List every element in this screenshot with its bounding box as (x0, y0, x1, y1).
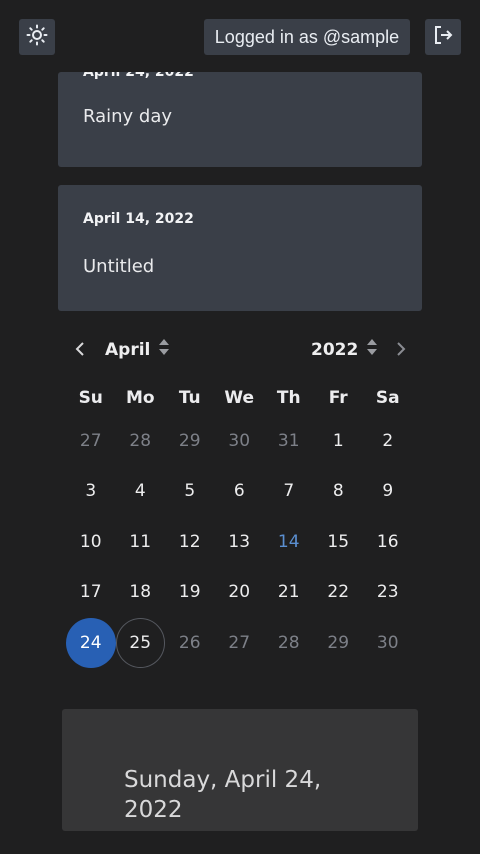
entry-card[interactable]: April 14, 2022 Untitled (58, 185, 422, 311)
weekday-label: Sa (375, 388, 400, 408)
next-month-button[interactable] (391, 340, 411, 360)
user-label: Logged in as @sample (214, 26, 400, 47)
calendar-day[interactable]: 29 (314, 618, 364, 668)
calendar-week: 17 18 19 20 21 22 23 (66, 567, 414, 617)
weekday-label: Su (78, 388, 103, 408)
calendar-day[interactable]: 17 (66, 567, 116, 617)
weekday-header: Su Mo Tu We Th Fr Sa (66, 388, 414, 408)
calendar-day[interactable]: 30 (363, 618, 413, 668)
calendar-day[interactable]: 18 (116, 567, 166, 617)
weekday-label: Mo (125, 388, 155, 408)
calendar-day[interactable]: 28 (116, 416, 166, 466)
chevron-left-icon (75, 341, 85, 360)
weekday-label: Tu (178, 388, 201, 408)
calendar-day[interactable]: 1 (314, 416, 364, 466)
calendar-day[interactable]: 28 (264, 618, 314, 668)
calendar-day[interactable]: 27 (215, 618, 265, 668)
entry-card[interactable]: April 24, 2022 Rainy day (58, 72, 422, 167)
calendar-day[interactable]: 19 (165, 567, 215, 617)
calendar-day[interactable]: 16 (363, 517, 413, 567)
selected-date-heading: Sunday, April 24, 2022 (124, 767, 322, 823)
calendar-day[interactable]: 26 (165, 618, 215, 668)
calendar-day[interactable]: 4 (116, 466, 166, 516)
calendar-day-selected[interactable]: 24 (66, 617, 116, 668)
calendar-day[interactable]: 13 (215, 517, 265, 567)
calendar-week: 27 28 29 30 31 1 2 (66, 416, 414, 466)
calendar-day[interactable]: 23 (363, 567, 413, 617)
calendar-week: 24 25 26 27 28 29 30 (66, 617, 414, 668)
calendar-day[interactable]: 6 (215, 466, 265, 516)
year-value: 2022 (311, 339, 359, 360)
sort-icon (366, 338, 378, 361)
user-account-button[interactable]: Logged in as @sample (204, 19, 410, 55)
entry-date: April 24, 2022 (83, 72, 194, 80)
calendar-day[interactable]: 15 (314, 517, 364, 567)
entry-date: April 14, 2022 (83, 211, 194, 227)
calendar-day[interactable]: 22 (314, 567, 364, 617)
calendar-day[interactable]: 30 (215, 416, 265, 466)
calendar-day[interactable]: 29 (165, 416, 215, 466)
weekday-label: We (224, 388, 255, 408)
calendar-day[interactable]: 3 (66, 466, 116, 516)
calendar-day-today[interactable]: 25 (115, 617, 165, 668)
entry-title: Untitled (83, 256, 155, 277)
selected-date-panel: Sunday, April 24, 2022 (62, 709, 418, 831)
calendar-week: 3 4 5 6 7 8 9 (66, 466, 414, 516)
sort-icon (158, 338, 170, 361)
weekday-label: Fr (328, 388, 348, 408)
calendar-day[interactable]: 9 (363, 466, 413, 516)
theme-toggle-button[interactable] (19, 19, 55, 55)
calendar-day[interactable]: 20 (215, 567, 265, 617)
calendar-day[interactable]: 12 (165, 517, 215, 567)
calendar-day[interactable]: 10 (66, 517, 116, 567)
year-select[interactable]: 2022 (311, 338, 378, 361)
logout-icon (432, 24, 454, 50)
weekday-label: Th (276, 388, 301, 408)
calendar-day-with-entry[interactable]: 14 (264, 517, 314, 567)
calendar-week: 10 11 12 13 14 15 16 (66, 517, 414, 567)
calendar-day[interactable]: 2 (363, 416, 413, 466)
calendar-day[interactable]: 31 (264, 416, 314, 466)
calendar-day[interactable]: 8 (314, 466, 364, 516)
calendar-day[interactable]: 11 (116, 517, 166, 567)
calendar-day[interactable]: 27 (66, 416, 116, 466)
sun-icon (26, 24, 48, 50)
calendar-grid: 27 28 29 30 31 1 2 3 4 5 6 7 8 9 10 11 1… (66, 416, 414, 668)
calendar-day[interactable]: 5 (165, 466, 215, 516)
month-value: April (105, 339, 151, 360)
logout-button[interactable] (425, 19, 461, 55)
calendar-navigation: April 2022 (0, 332, 480, 370)
calendar-day[interactable]: 21 (264, 567, 314, 617)
entry-title: Rainy day (83, 106, 173, 127)
chevron-right-icon (396, 341, 406, 360)
calendar-day[interactable]: 7 (264, 466, 314, 516)
prev-month-button[interactable] (70, 340, 90, 360)
month-select[interactable]: April (105, 338, 170, 361)
